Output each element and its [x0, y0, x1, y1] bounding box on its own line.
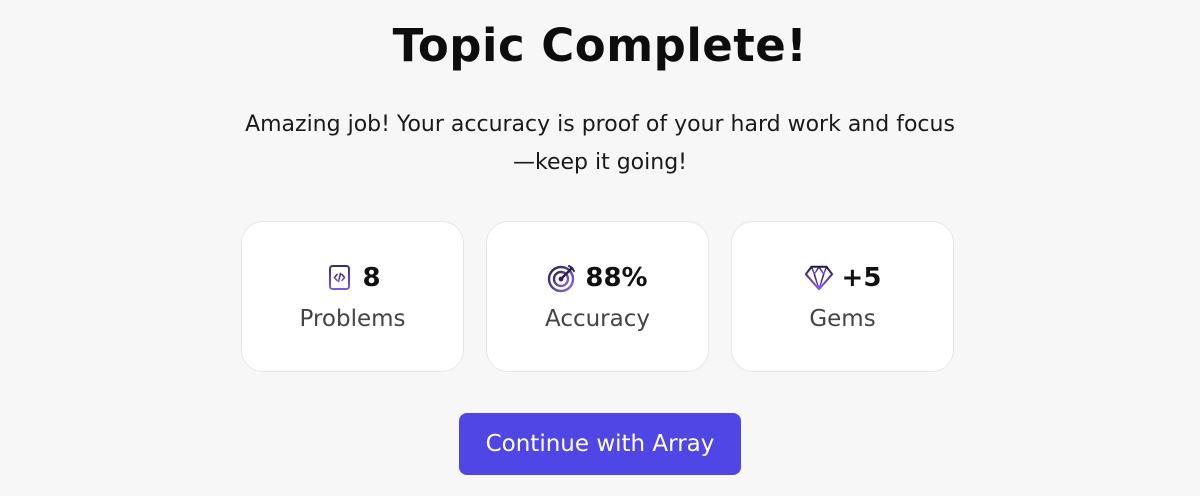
stat-value-gems: +5 [841, 263, 882, 293]
stat-card-accuracy: 88% Accuracy [486, 221, 709, 372]
stat-value-accuracy: 88% [585, 263, 648, 293]
stat-card-problems-header: 8 [324, 262, 381, 294]
continue-button[interactable]: Continue with Array [459, 413, 741, 475]
stat-label-problems: Problems [299, 306, 406, 332]
gem-icon [804, 263, 834, 293]
completion-message: Amazing job! Your accuracy is proof of y… [245, 112, 955, 175]
stats-row: 8 Problems 88% Accuracy +5 Gems [241, 221, 954, 372]
stat-value-problems: 8 [362, 263, 381, 293]
stat-label-gems: Gems [809, 306, 876, 332]
stat-label-accuracy: Accuracy [544, 306, 650, 332]
page-title: Topic Complete! [392, 19, 808, 72]
code-notebook-icon [324, 263, 354, 293]
stat-card-accuracy-header: 88% [547, 262, 648, 294]
stat-card-gems: +5 Gems [731, 221, 954, 372]
target-icon [547, 263, 577, 293]
stat-card-problems: 8 Problems [241, 221, 464, 372]
stat-card-gems-header: +5 [804, 262, 882, 294]
